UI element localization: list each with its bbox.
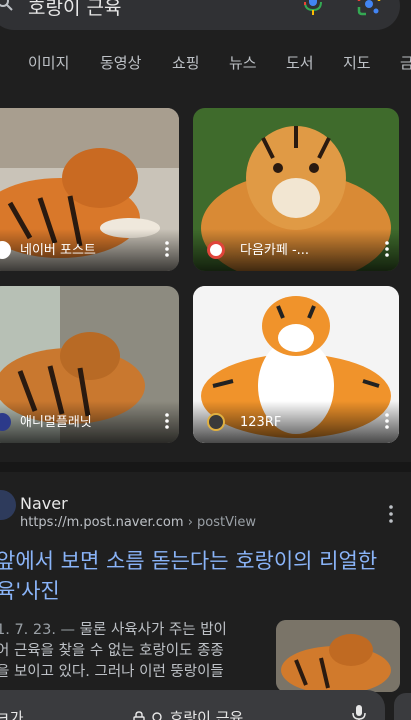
- tab-images[interactable]: 이미지: [28, 52, 69, 73]
- tab-news[interactable]: 뉴스: [229, 52, 257, 73]
- microphone-icon[interactable]: [352, 705, 366, 720]
- tiger-thumbnail-image: [276, 620, 400, 692]
- more-options-icon[interactable]: [165, 241, 169, 257]
- bottom-search-query[interactable]: 호랑이 근육: [132, 707, 243, 720]
- search-input[interactable]: 호랑이 근육: [28, 0, 121, 20]
- result-url-breadcrumb: › postView: [183, 515, 256, 530]
- tab-books[interactable]: 도서: [286, 52, 314, 73]
- google-lens-icon[interactable]: [357, 0, 381, 16]
- result-url-host: https://m.post.naver.com: [20, 515, 184, 530]
- search-icon[interactable]: [0, 0, 14, 12]
- microphone-icon[interactable]: [302, 0, 324, 16]
- image-source-label: 다음카페 -...: [240, 243, 310, 258]
- image-result-card[interactable]: 다음카페 -...: [193, 108, 399, 271]
- result-site-name[interactable]: Naver: [20, 494, 68, 513]
- image-source-label: 123RF: [240, 415, 282, 430]
- more-options-icon[interactable]: [385, 413, 389, 429]
- result-title-link[interactable]: 앞에서 보면 소름 돋는다는 호랑이의 리얼한 육'사진: [0, 546, 411, 606]
- result-more-options-icon[interactable]: [389, 505, 393, 523]
- result-date: 1. 7. 23. —: [0, 622, 80, 638]
- result-snippet: 1. 7. 23. — 물론 사육사가 주는 밥이 어 근육을 찾을 수 없는 …: [0, 620, 264, 683]
- source-favicon: [207, 413, 225, 431]
- result-title-line: 앞에서 보면 소름 돋는다는 호랑이의 리얼한: [0, 549, 378, 573]
- result-url[interactable]: https://m.post.naver.com › postView: [20, 515, 256, 530]
- lock-icon: [133, 711, 145, 720]
- result-title-line: 육'사진: [0, 579, 60, 603]
- tab-shopping[interactable]: 쇼핑: [172, 52, 200, 73]
- image-result-card[interactable]: 애니멀플래닛: [0, 286, 179, 443]
- more-options-icon[interactable]: [385, 241, 389, 257]
- image-result-card[interactable]: 123RF: [193, 286, 399, 443]
- section-divider: [0, 462, 411, 472]
- image-source-label: 네이버 포스트: [20, 243, 96, 258]
- more-options-icon[interactable]: [165, 413, 169, 429]
- bottom-action-chip[interactable]: [394, 693, 411, 720]
- bottom-query-text: 호랑이 근육: [169, 709, 244, 720]
- image-source-label: 애니멀플래닛: [20, 415, 92, 430]
- site-favicon: [0, 490, 16, 520]
- snippet-line: 어 근육을 찾을 수 없는 호랑이도 종종: [0, 643, 224, 659]
- search-tabs: 이미지 동영상 쇼핑 뉴스 도서 지도 금: [0, 46, 411, 76]
- tab-videos[interactable]: 동영상: [100, 52, 141, 73]
- result-thumbnail[interactable]: [276, 620, 400, 692]
- tab-finance[interactable]: 금: [400, 52, 411, 73]
- bottom-bar-left-text: ㅋ가: [0, 709, 24, 720]
- image-result-card[interactable]: 네이버 포스트: [0, 108, 179, 271]
- snippet-line: 을 보이고 있다. 그러나 이런 뚱랑이들: [0, 664, 224, 680]
- search-icon: [152, 712, 162, 720]
- snippet-line: 물론 사육사가 주는 밥이: [79, 622, 227, 638]
- tab-maps[interactable]: 지도: [343, 52, 371, 73]
- source-favicon: [207, 241, 225, 259]
